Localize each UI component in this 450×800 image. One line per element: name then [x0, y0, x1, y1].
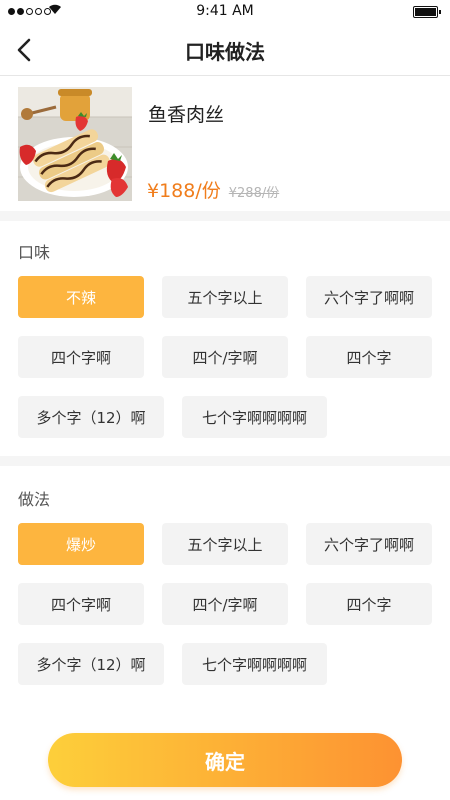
nav-bar: 口味做法	[0, 24, 450, 76]
method-option-7[interactable]: 七个字啊啊啊啊	[182, 643, 327, 685]
taste-option-2[interactable]: 六个字了啊啊	[306, 276, 432, 318]
phone-screen: 9:41 AM 口味做法 鱼香肉丝 ¥188/份 ¥288/份 口味 不辣 五个…	[0, 0, 450, 800]
method-option-5[interactable]: 四个字	[306, 583, 432, 625]
status-bar: 9:41 AM	[0, 0, 450, 24]
taste-option-7[interactable]: 七个字啊啊啊啊	[182, 396, 327, 438]
taste-option-3[interactable]: 四个字啊	[18, 336, 144, 378]
method-option-6[interactable]: 多个字（12）啊	[18, 643, 164, 685]
taste-option-1[interactable]: 五个字以上	[162, 276, 288, 318]
product-card: 鱼香肉丝 ¥188/份 ¥288/份	[0, 78, 450, 210]
method-option-1[interactable]: 五个字以上	[162, 523, 288, 565]
section-divider	[0, 211, 450, 221]
page-title: 口味做法	[185, 40, 265, 64]
taste-option-0[interactable]: 不辣	[18, 276, 144, 318]
method-option-0[interactable]: 爆炒	[18, 523, 144, 565]
price-row: ¥188/份 ¥288/份	[147, 176, 279, 203]
taste-option-4[interactable]: 四个/字啊	[162, 336, 288, 378]
taste-option-6[interactable]: 多个字（12）啊	[18, 396, 164, 438]
method-option-2[interactable]: 六个字了啊啊	[306, 523, 432, 565]
method-section: 做法 爆炒 五个字以上 六个字了啊啊 四个字啊 四个/字啊 四个字 多个字（12…	[0, 466, 450, 701]
current-price: ¥188/份	[147, 180, 221, 202]
taste-section: 口味 不辣 五个字以上 六个字了啊啊 四个字啊 四个/字啊 四个字 多个字（12…	[0, 221, 450, 456]
battery-icon	[413, 6, 441, 18]
method-option-4[interactable]: 四个/字啊	[162, 583, 288, 625]
taste-option-5[interactable]: 四个字	[306, 336, 432, 378]
method-option-3[interactable]: 四个字啊	[18, 583, 144, 625]
product-name: 鱼香肉丝	[148, 104, 225, 126]
method-label: 做法	[18, 490, 51, 509]
original-price: ¥288/份	[228, 186, 280, 201]
product-image	[18, 87, 132, 201]
status-time: 9:41 AM	[196, 3, 254, 19]
section-divider	[0, 456, 450, 466]
confirm-button[interactable]: 确定	[48, 733, 402, 787]
taste-label: 口味	[18, 243, 51, 262]
